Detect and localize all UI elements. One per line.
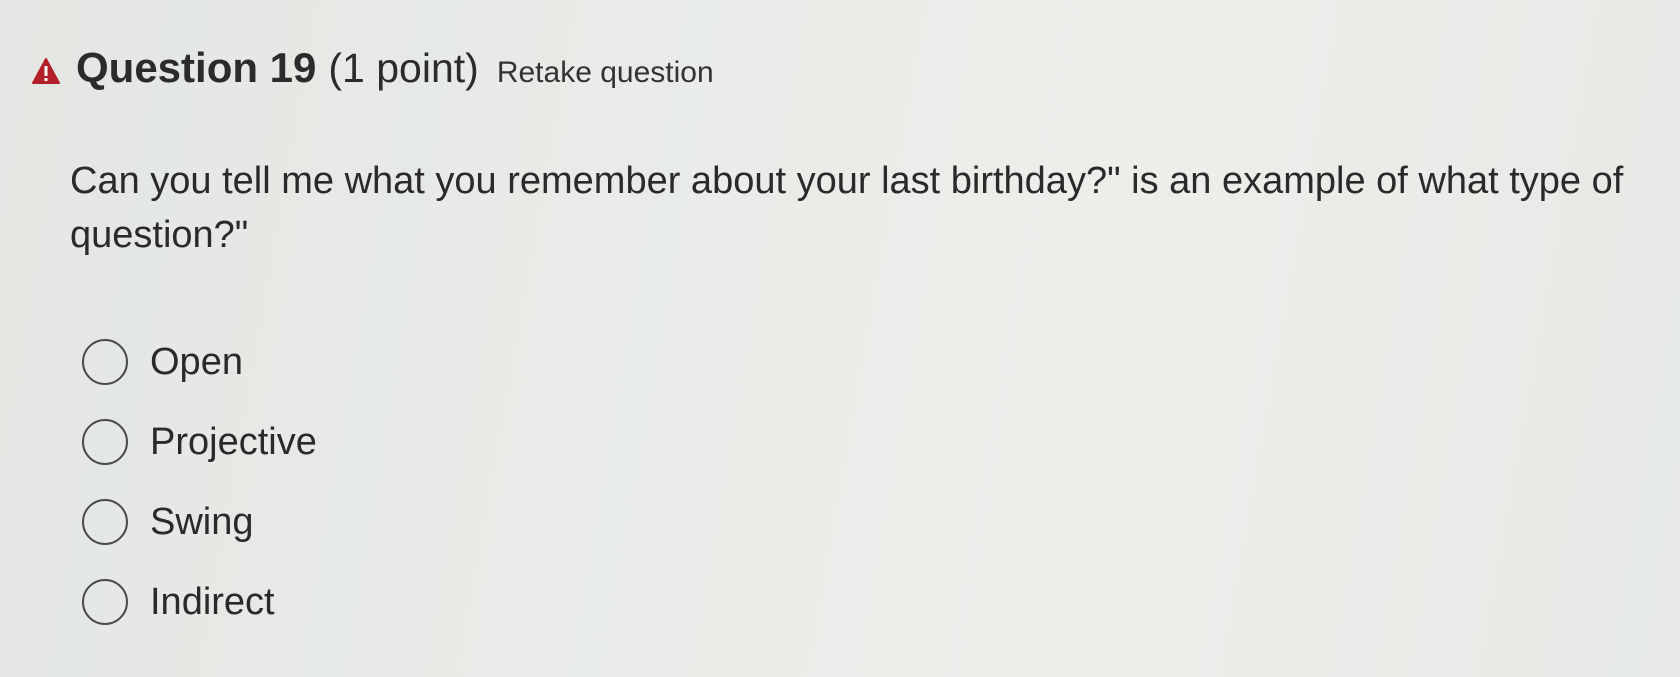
radio-button[interactable] <box>82 499 128 545</box>
quiz-page: Question 19 (1 point) Retake question Ca… <box>0 0 1680 677</box>
answer-options: Open Projective Swing Indirect <box>82 322 317 642</box>
option-label: Indirect <box>150 580 275 623</box>
retake-question-link[interactable]: Retake question <box>497 56 714 90</box>
radio-button[interactable] <box>82 579 128 625</box>
answer-option-open[interactable]: Open <box>82 322 317 402</box>
answer-option-projective[interactable]: Projective <box>82 402 317 482</box>
question-header: Question 19 (1 point) Retake question <box>32 44 714 92</box>
question-points: (1 point) <box>328 45 479 91</box>
option-label: Swing <box>150 500 254 543</box>
question-number: Question 19 <box>76 44 317 91</box>
warning-triangle-icon <box>32 58 60 84</box>
answer-option-swing[interactable]: Swing <box>82 482 317 562</box>
radio-button[interactable] <box>82 339 128 385</box>
option-label: Open <box>150 340 243 383</box>
answer-option-indirect[interactable]: Indirect <box>82 562 317 642</box>
question-prompt: Can you tell me what you remember about … <box>70 160 1624 256</box>
radio-button[interactable] <box>82 419 128 465</box>
option-label: Projective <box>150 420 317 463</box>
